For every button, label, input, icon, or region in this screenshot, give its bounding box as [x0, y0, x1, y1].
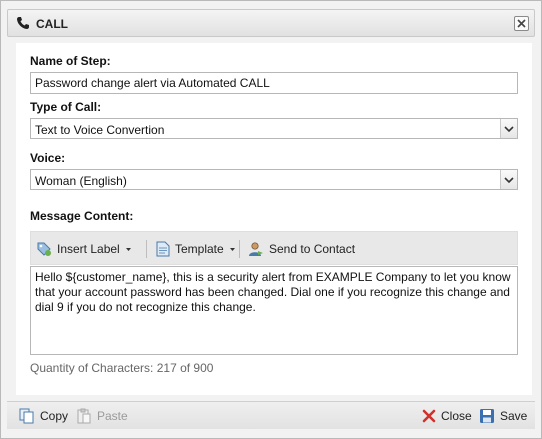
insert-label-button[interactable]: Insert Label: [36, 241, 133, 257]
caret-down-icon: [125, 248, 131, 251]
contact-icon: [249, 242, 263, 256]
step-name-input[interactable]: [30, 72, 518, 94]
copy-button[interactable]: Copy: [19, 408, 68, 424]
save-label: Save: [500, 409, 528, 423]
document-icon: [156, 241, 170, 257]
message-textarea[interactable]: Hello ${customer_name}, this is a securi…: [30, 266, 518, 355]
caret-down-icon: [229, 248, 235, 251]
send-to-contact-text: Send to Contact: [269, 242, 356, 256]
close-x-glyph: [517, 19, 526, 28]
call-type-value: Text to Voice Convertion: [35, 123, 165, 137]
close-button[interactable]: Close: [422, 408, 472, 424]
toolbar-divider: [146, 240, 147, 258]
close-icon: [422, 409, 436, 423]
call-type-label: Type of Call:: [30, 100, 102, 114]
save-button[interactable]: Save: [479, 408, 527, 424]
chevron-down-icon[interactable]: [500, 170, 517, 189]
copy-icon: [19, 408, 34, 424]
call-dialog: CALL Name of Step: Type of Call: Text to…: [0, 0, 542, 439]
message-content-label: Message Content:: [30, 209, 134, 223]
insert-label-text: Insert Label: [57, 242, 120, 256]
dialog-titlebar: CALL: [7, 9, 535, 37]
send-to-contact-button[interactable]: Send to Contact: [248, 241, 355, 257]
message-toolbar: Insert Label Template Send to Contact: [30, 231, 518, 265]
paste-label: Paste: [97, 409, 128, 423]
toolbar-divider: [239, 240, 240, 258]
character-count: Quantity of Characters: 217 of 900: [30, 361, 214, 375]
paste-button[interactable]: Paste: [76, 408, 128, 424]
step-name-label: Name of Step:: [30, 54, 111, 68]
save-icon: [480, 409, 494, 423]
paste-icon: [77, 408, 91, 424]
template-button[interactable]: Template: [156, 241, 237, 257]
phone-icon: [17, 17, 29, 29]
voice-value: Woman (English): [35, 174, 127, 188]
dialog-content: Name of Step: Type of Call: Text to Voic…: [16, 43, 532, 395]
call-type-select[interactable]: Text to Voice Convertion: [30, 118, 518, 139]
voice-select[interactable]: Woman (English): [30, 169, 518, 190]
close-icon[interactable]: [514, 16, 529, 31]
chevron-down-icon[interactable]: [500, 119, 517, 138]
template-text: Template: [175, 242, 224, 256]
close-label: Close: [441, 409, 472, 423]
dialog-title: CALL: [36, 17, 68, 31]
voice-label: Voice:: [30, 151, 66, 165]
dialog-footer: Copy Paste Close Save: [7, 401, 535, 429]
tag-icon: [37, 242, 51, 256]
copy-label: Copy: [40, 409, 69, 423]
